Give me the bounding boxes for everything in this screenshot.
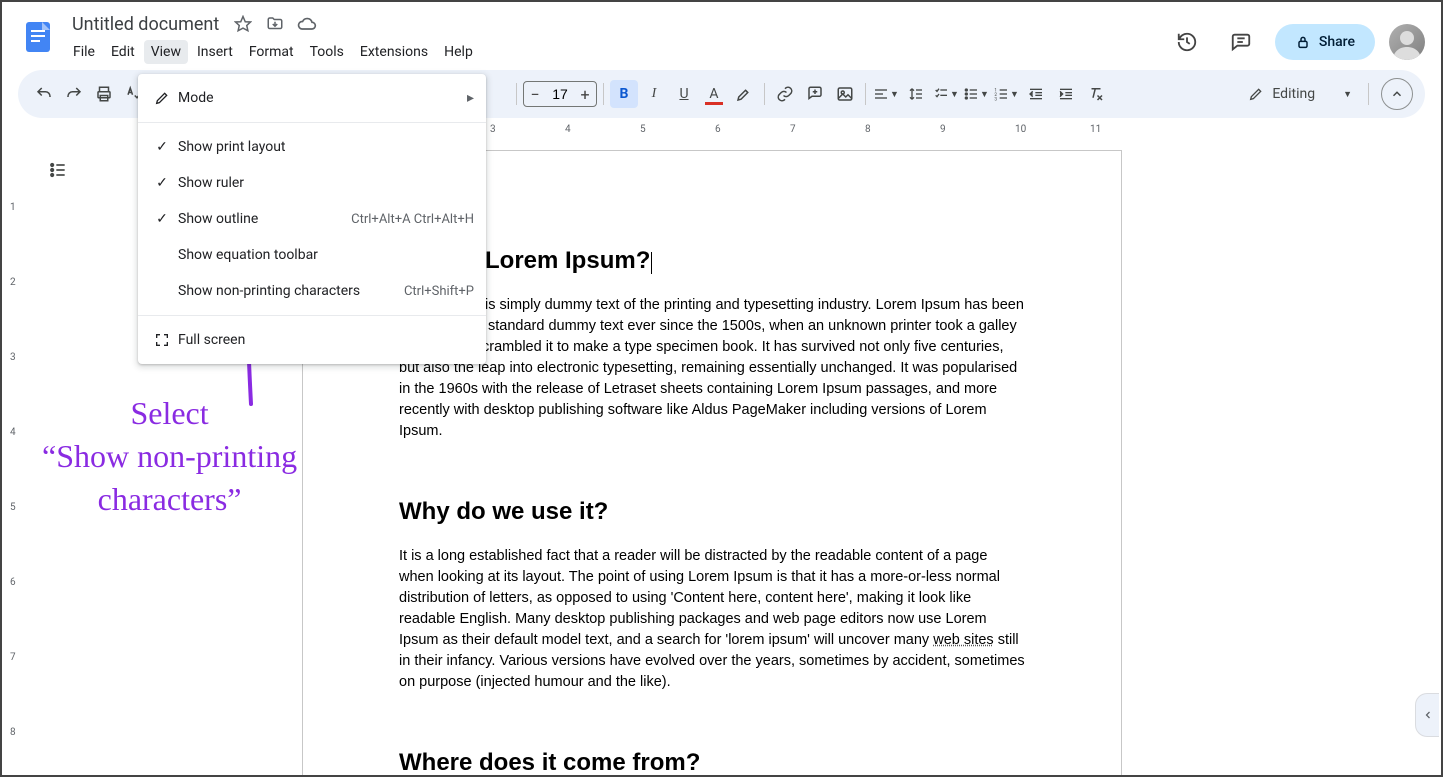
font-size-control: − +	[523, 81, 597, 107]
menu-file[interactable]: File	[66, 40, 102, 64]
numbered-list-button[interactable]: 123▼	[992, 80, 1020, 108]
bold-button[interactable]: B	[610, 80, 638, 108]
italic-button[interactable]: I	[640, 80, 668, 108]
indent-increase-button[interactable]	[1052, 80, 1080, 108]
menu-item-non-printing-chars[interactable]: Show non-printing characters Ctrl+Shift+…	[138, 273, 486, 309]
menu-separator	[138, 122, 486, 123]
indent-decrease-button[interactable]	[1022, 80, 1050, 108]
share-label: Share	[1319, 34, 1355, 50]
text-cursor	[651, 252, 652, 274]
menu-format[interactable]: Format	[242, 40, 301, 64]
menu-item-equation-toolbar[interactable]: Show equation toolbar	[138, 237, 486, 273]
menu-insert[interactable]: Insert	[190, 40, 240, 64]
insert-link-button[interactable]	[771, 80, 799, 108]
menu-extensions[interactable]: Extensions	[353, 40, 435, 64]
move-icon[interactable]	[265, 14, 285, 34]
checklist-button[interactable]: ▼	[932, 80, 960, 108]
menu-bar: File Edit View Insert Format Tools Exten…	[66, 38, 1167, 66]
align-button[interactable]: ▼	[872, 80, 900, 108]
submenu-arrow-icon: ▸	[467, 90, 474, 106]
underline-button[interactable]: U	[670, 80, 698, 108]
toolbar-separator	[865, 83, 866, 105]
editing-mode-button[interactable]: Editing ▼	[1238, 80, 1362, 108]
check-icon: ✓	[150, 211, 174, 227]
vertical-ruler[interactable]: 12345678	[8, 142, 24, 775]
insert-image-button[interactable]	[831, 80, 859, 108]
hide-toolbar-button[interactable]	[1381, 78, 1413, 110]
check-icon: ✓	[150, 175, 174, 191]
menu-edit[interactable]: Edit	[104, 40, 142, 64]
print-button[interactable]	[90, 80, 118, 108]
account-avatar[interactable]	[1389, 24, 1425, 60]
spellcheck-underline: web sites	[933, 632, 993, 648]
menu-view[interactable]: View	[144, 40, 188, 64]
doc-heading-3: Where does it come from?	[399, 749, 1025, 775]
menu-item-show-ruler[interactable]: ✓ Show ruler	[138, 165, 486, 201]
doc-heading-1: Lorem Ipsum?	[399, 247, 1025, 275]
doc-heading-2: Why do we use it?	[399, 498, 1025, 526]
svg-text:3: 3	[994, 97, 997, 102]
document-title[interactable]: Untitled document	[66, 12, 225, 37]
undo-button[interactable]	[30, 80, 58, 108]
outline-toggle-button[interactable]	[42, 154, 74, 186]
line-spacing-button[interactable]	[902, 80, 930, 108]
toolbar-separator	[1368, 83, 1369, 105]
share-button[interactable]: Share	[1275, 24, 1375, 60]
menu-item-show-outline[interactable]: ✓ Show outline Ctrl+Alt+A Ctrl+Alt+H	[138, 201, 486, 237]
bulleted-list-button[interactable]: ▼	[962, 80, 990, 108]
toolbar-separator	[603, 83, 604, 105]
check-icon: ✓	[150, 139, 174, 155]
menu-item-mode[interactable]: Mode ▸	[138, 80, 486, 116]
insert-comment-button[interactable]	[801, 80, 829, 108]
highlight-button[interactable]	[730, 80, 758, 108]
pencil-icon	[150, 90, 174, 106]
menu-help[interactable]: Help	[437, 40, 480, 64]
star-icon[interactable]	[233, 14, 253, 34]
menu-separator	[138, 315, 486, 316]
view-menu-dropdown: Mode ▸ ✓ Show print layout ✓ Show ruler …	[138, 74, 486, 364]
font-size-increase[interactable]: +	[574, 82, 596, 106]
editing-mode-label: Editing	[1272, 86, 1315, 102]
cloud-status-icon[interactable]	[297, 14, 317, 34]
docs-home-icon[interactable]	[18, 10, 58, 64]
menu-item-full-screen[interactable]: Full screen	[138, 322, 486, 358]
font-size-decrease[interactable]: −	[524, 82, 546, 106]
text-color-button[interactable]: A	[700, 80, 728, 108]
comments-icon[interactable]	[1221, 22, 1261, 62]
doc-paragraph-1: is simply dummy text of the printing and…	[399, 295, 1025, 442]
fullscreen-icon	[150, 332, 174, 348]
toolbar-separator	[764, 83, 765, 105]
font-size-input[interactable]	[546, 86, 574, 102]
doc-paragraph-2: It is a long established fact that a rea…	[399, 546, 1025, 693]
toolbar-separator	[516, 83, 517, 105]
menu-tools[interactable]: Tools	[303, 40, 351, 64]
redo-button[interactable]	[60, 80, 88, 108]
clear-formatting-button[interactable]	[1082, 80, 1110, 108]
history-icon[interactable]	[1167, 22, 1207, 62]
menu-item-print-layout[interactable]: ✓ Show print layout	[138, 129, 486, 165]
side-panel-toggle[interactable]	[1415, 693, 1439, 737]
